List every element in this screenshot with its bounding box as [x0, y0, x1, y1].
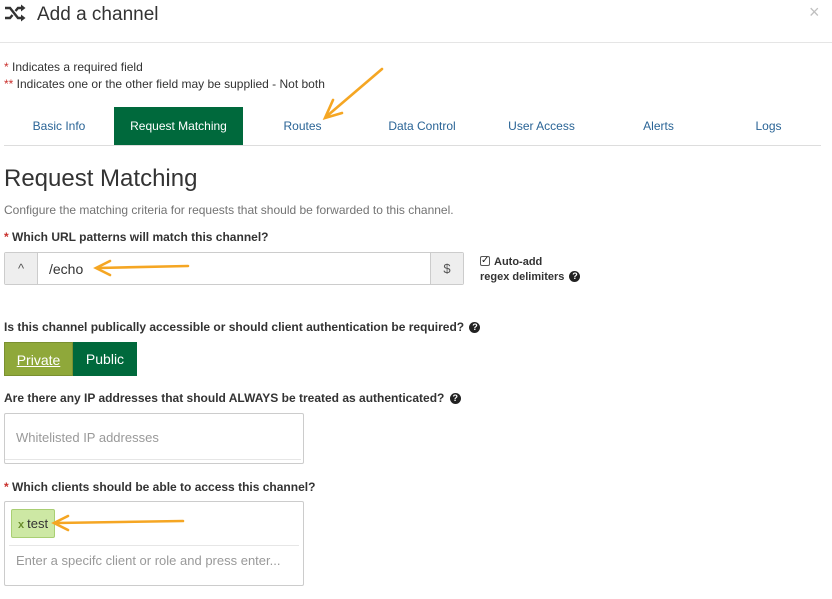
auth-label: Is this channel publically accessible or… [4, 320, 481, 334]
either-note-text: Indicates one or the other field may be … [13, 77, 325, 91]
divider [9, 545, 299, 546]
whitelist-label: Are there any IP addresses that should A… [4, 391, 461, 405]
tab-alerts[interactable]: Alerts [601, 107, 716, 145]
url-suffix-addon: $ [430, 253, 463, 284]
clients-input: x test Enter a specifc client or role and… [4, 501, 304, 586]
tab-logs[interactable]: Logs [716, 107, 821, 145]
help-icon[interactable]: ? [449, 393, 461, 404]
autoadd-label-line1: Auto-add [494, 256, 543, 268]
shuffle-icon [5, 4, 26, 22]
chip-remove-icon[interactable]: x [18, 519, 24, 531]
tab-request-matching[interactable]: Request Matching [114, 107, 243, 145]
help-icon[interactable]: ? [469, 322, 481, 333]
public-button[interactable]: Public [73, 342, 137, 376]
modal-title: Add a channel [37, 4, 159, 25]
url-patterns-label: * Which URL patterns will match this cha… [4, 230, 268, 244]
whitelist-ip-input[interactable]: Whitelisted IP addresses [4, 413, 304, 464]
tab-bar: Basic Info Request Matching Routes Data … [4, 107, 821, 146]
autoadd-delimiters: Auto-add regex delimiters ? [480, 253, 581, 285]
section-description: Configure the matching criteria for requ… [4, 203, 454, 217]
clients-label-text: Which clients should be able to access t… [8, 480, 316, 494]
client-search-field[interactable]: Enter a specifc client or role and press… [16, 553, 280, 568]
required-note-text: Indicates a required field [8, 60, 143, 74]
url-pattern-group: ^ $ [4, 252, 464, 285]
autoadd-label-line2: regex delimiters [480, 271, 565, 283]
modal-header: Add a channel × [0, 0, 832, 43]
url-patterns-label-text: Which URL patterns will match this chann… [8, 230, 269, 244]
required-notes: * Indicates a required field ** Indicate… [4, 59, 325, 93]
section-title: Request Matching [4, 165, 198, 192]
clients-label: * Which clients should be able to access… [4, 480, 315, 494]
auth-toggle: Private Public [4, 342, 137, 376]
private-button[interactable]: Private [4, 342, 73, 376]
required-note: * Indicates a required field [4, 59, 325, 76]
client-chip: x test [11, 509, 56, 538]
auth-label-text: Is this channel publically accessible or… [4, 320, 465, 334]
whitelist-label-text: Are there any IP addresses that should A… [4, 391, 445, 405]
tab-basic-info[interactable]: Basic Info [4, 107, 114, 145]
url-pattern-input[interactable] [38, 253, 430, 284]
whitelist-ip-placeholder: Whitelisted IP addresses [16, 430, 159, 445]
either-note: ** Indicates one or the other field may … [4, 76, 325, 93]
url-prefix-addon: ^ [5, 253, 38, 284]
close-icon[interactable]: × [809, 2, 820, 23]
help-icon[interactable]: ? [569, 271, 581, 282]
autoadd-checkbox[interactable] [480, 253, 490, 268]
tab-user-access[interactable]: User Access [482, 107, 601, 145]
either-marker: ** [4, 77, 14, 91]
tab-routes[interactable]: Routes [243, 107, 362, 145]
tab-data-control[interactable]: Data Control [362, 107, 482, 145]
chip-label: test [27, 516, 49, 531]
